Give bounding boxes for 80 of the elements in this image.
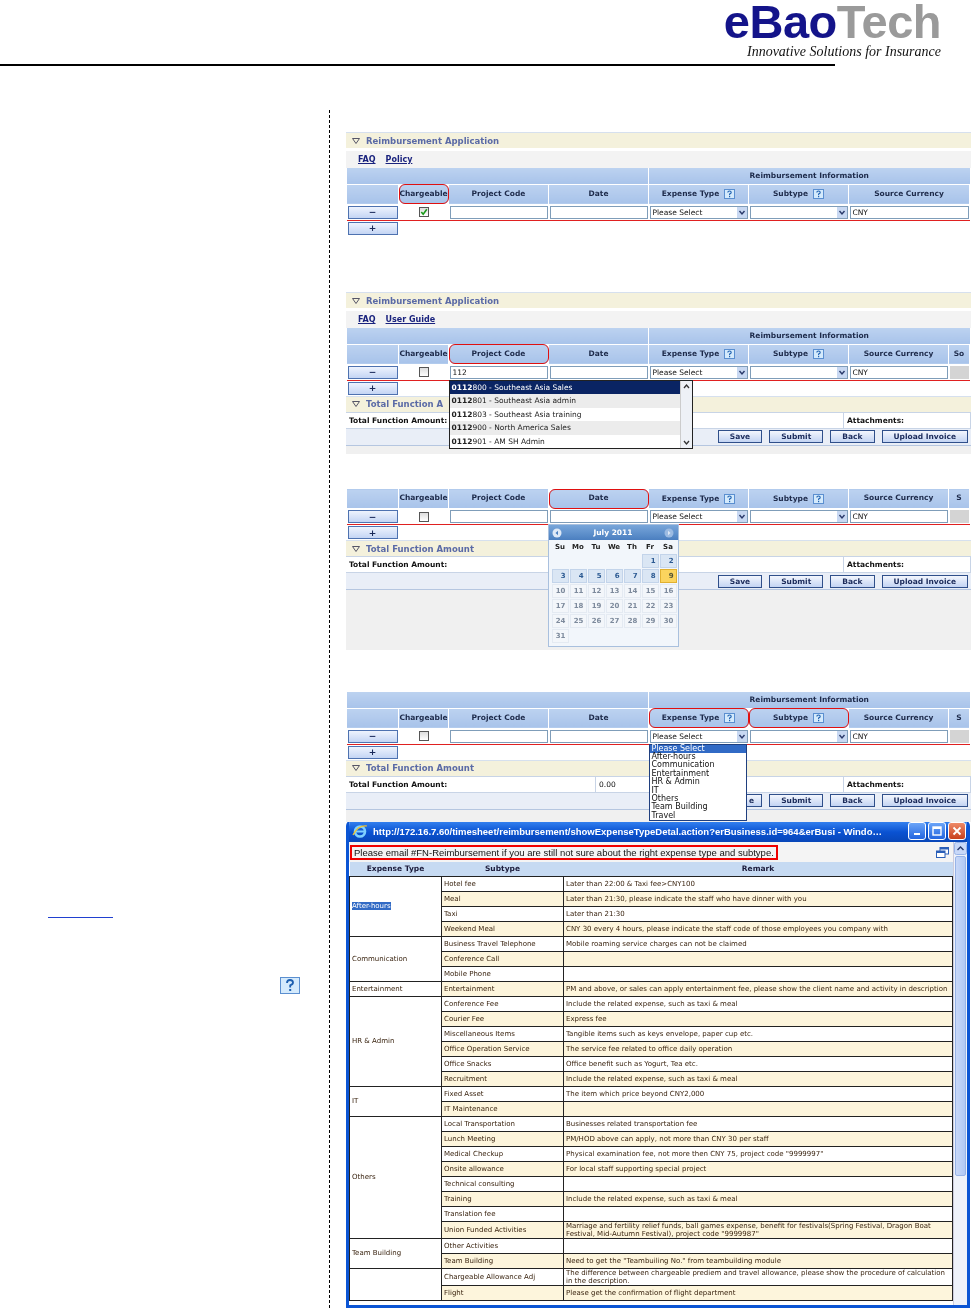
section-title: Reimbursement Application [366, 135, 500, 146]
collapse-icon[interactable] [352, 137, 360, 144]
add-row-button[interactable]: + [347, 221, 398, 235]
remove-row-button[interactable]: − [347, 510, 398, 523]
dropdown-option[interactable]: IT [649, 786, 746, 795]
dropdown-arrow-icon[interactable] [736, 730, 747, 742]
page-link[interactable]: Policy [385, 155, 413, 164]
help-icon[interactable] [813, 189, 824, 199]
help-icon[interactable] [813, 493, 824, 504]
remove-row-button[interactable]: − [347, 365, 398, 379]
add-row-button[interactable]: + [347, 381, 398, 395]
page-link[interactable]: FAQ [358, 315, 376, 324]
remove-row-button[interactable]: − [347, 729, 398, 743]
scrollbar[interactable] [953, 842, 967, 1305]
maximize-icon [932, 826, 942, 836]
browser-icon [352, 823, 368, 839]
checkbox[interactable] [418, 207, 429, 217]
company-logo: eBaoTech [723, 0, 941, 44]
help-icon[interactable] [280, 977, 300, 994]
section-title: Reimbursement Application [366, 295, 500, 306]
help-icon[interactable] [724, 493, 736, 504]
help-icon[interactable] [724, 713, 736, 723]
section-title: Total Function Amount [366, 543, 474, 554]
checkbox[interactable] [418, 367, 429, 377]
date-field[interactable] [549, 205, 648, 219]
help-icon[interactable] [724, 349, 736, 359]
checkbox[interactable] [418, 731, 429, 741]
section-title: Total Function Amount [366, 763, 474, 773]
collapse-icon[interactable] [352, 545, 360, 552]
add-row-button[interactable]: + [347, 526, 398, 539]
dropdown-option[interactable]: HR & Admin [649, 778, 746, 787]
dropdown-option[interactable]: Please Select [649, 744, 746, 753]
close-button[interactable] [948, 822, 966, 840]
dropdown-arrow-icon[interactable] [736, 511, 747, 522]
dropdown-option[interactable]: Travel [649, 811, 746, 821]
logo-tagline: Innovative Solutions for Insurance [746, 44, 941, 59]
dropdown-option[interactable]: Communication [649, 761, 746, 770]
section-title: Total Function A [366, 399, 444, 409]
dropdown-arrow-icon[interactable] [836, 366, 847, 378]
page-link[interactable]: User Guide [385, 315, 436, 324]
collapse-icon[interactable] [352, 297, 360, 304]
dropdown-arrow-icon[interactable] [836, 730, 847, 742]
dropdown-arrow-icon[interactable] [836, 511, 847, 522]
date-field[interactable] [549, 365, 648, 379]
disabled-field [949, 729, 969, 743]
help-icon[interactable] [813, 349, 824, 359]
window-title: http://172.16.7.60/timesheet/reimbursement/showExpenseTypeDetal.action?erBusiness.id=964&erBusi - Windo… [373, 825, 883, 837]
dropdown-arrow-icon[interactable] [736, 206, 747, 218]
select-field[interactable] [749, 729, 848, 743]
scroll-up-icon[interactable] [954, 842, 967, 855]
minimize-icon [914, 833, 920, 835]
dropdown-arrow-icon[interactable] [736, 366, 747, 378]
maximize-button[interactable] [928, 822, 946, 840]
add-row-button[interactable]: + [347, 745, 398, 759]
date-field[interactable] [549, 729, 648, 743]
next-month-icon[interactable] [664, 527, 675, 538]
minimize-button[interactable] [908, 822, 926, 840]
select-field[interactable] [749, 510, 848, 523]
previous-month-icon[interactable] [551, 527, 562, 538]
collapse-icon[interactable] [352, 765, 360, 771]
close-icon [952, 826, 962, 836]
page-link[interactable]: FAQ [358, 155, 376, 164]
dropdown-option[interactable]: Team Building [649, 803, 746, 812]
checkbox[interactable] [418, 511, 429, 522]
collapse-icon[interactable] [352, 401, 360, 407]
input-field[interactable] [449, 510, 548, 523]
select-field[interactable] [749, 365, 848, 379]
scrollbar[interactable] [679, 380, 692, 449]
disabled-field [949, 510, 969, 523]
input-field[interactable] [449, 205, 548, 219]
dropdown-arrow-icon[interactable] [836, 206, 847, 218]
select-field[interactable] [749, 205, 848, 219]
remove-row-button[interactable]: − [347, 205, 398, 219]
windows-icon[interactable] [936, 846, 949, 858]
help-icon[interactable] [724, 189, 736, 199]
input-field[interactable] [449, 729, 548, 743]
date-field[interactable] [549, 510, 648, 523]
disabled-field [949, 365, 969, 379]
notice-text: Please email #FN-Reimbursement if you are still not sure about the right expense type and subtype. [350, 844, 778, 860]
help-icon[interactable] [813, 713, 824, 723]
